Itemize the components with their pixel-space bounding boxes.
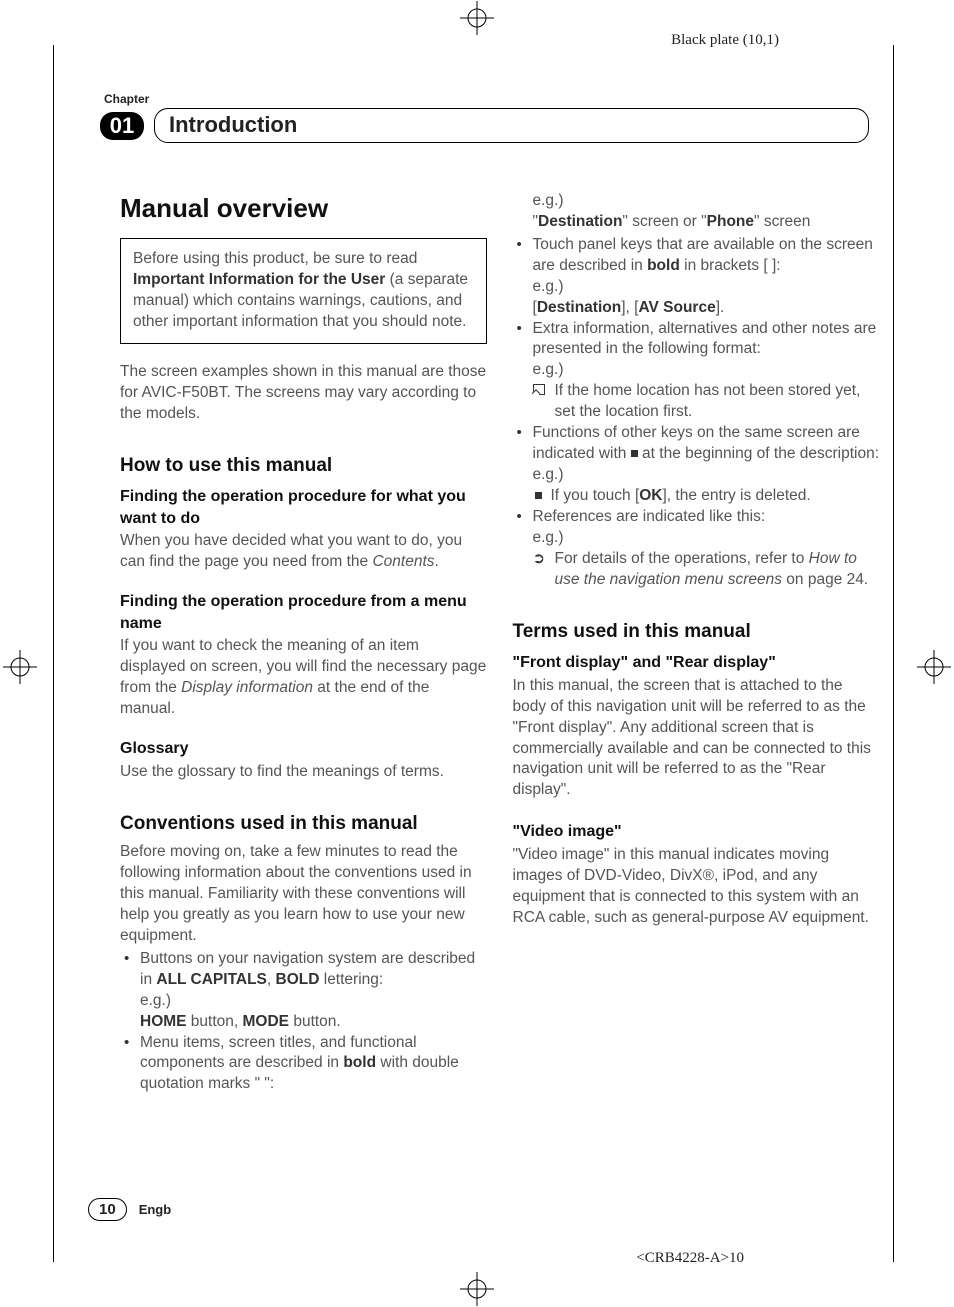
chapter-label: Chapter xyxy=(104,92,869,106)
list-item: Extra information, alternatives and othe… xyxy=(513,319,880,424)
note-icon xyxy=(533,384,545,395)
body-text: When you have decided what you want to d… xyxy=(120,531,487,573)
intro-paragraph: The screen examples shown in this manual… xyxy=(120,362,487,425)
body-text: Use the glossary to find the meanings of… xyxy=(120,762,487,783)
callout-text: Before using this product, be sure to re… xyxy=(133,250,417,267)
callout-bold: Important Information for the User xyxy=(133,271,385,288)
language-label: Engb xyxy=(139,1202,172,1217)
heading-how-to-use: How to use this manual xyxy=(120,453,487,479)
heading-terms: Terms used in this manual xyxy=(513,619,880,645)
list-item: References are indicated like this: e.g.… xyxy=(513,507,880,591)
reference-item: For details of the operations, refer to … xyxy=(533,549,880,591)
list-item: Menu items, screen titles, and functiona… xyxy=(120,1033,487,1096)
page-number: 10 xyxy=(88,1198,127,1221)
crop-mark xyxy=(893,45,894,1262)
body-text: Before moving on, take a few minutes to … xyxy=(120,842,487,947)
heading-manual-overview: Manual overview xyxy=(120,191,487,226)
note-item: If the home location has not been stored… xyxy=(533,381,880,423)
chapter-number-badge: 01 xyxy=(100,112,144,140)
content-columns: Manual overview Before using this produc… xyxy=(120,191,879,1095)
bullet-list: Buttons on your navigation system are de… xyxy=(120,949,487,1095)
square-icon xyxy=(631,450,638,457)
registration-mark-icon xyxy=(917,650,951,684)
chapter-header: Chapter 01 Introduction xyxy=(100,92,869,143)
chapter-title: Introduction xyxy=(154,108,869,143)
heading-conventions: Conventions used in this manual xyxy=(120,811,487,837)
document-code: <CRB4228-A>10 xyxy=(636,1250,744,1267)
body-text: "Video image" in this manual indicates m… xyxy=(513,845,880,929)
callout-box: Before using this product, be sure to re… xyxy=(120,238,487,344)
registration-mark-icon xyxy=(460,1,494,35)
left-column: Manual overview Before using this produc… xyxy=(120,191,487,1095)
subheading-front-rear-display: "Front display" and "Rear display" xyxy=(513,652,880,674)
black-plate-label: Black plate (10,1) xyxy=(671,32,779,49)
registration-mark-icon xyxy=(460,1272,494,1306)
body-text: In this manual, the screen that is attac… xyxy=(513,676,880,802)
page-footer: 10 Engb xyxy=(88,1198,171,1221)
list-item: Touch panel keys that are available on t… xyxy=(513,235,880,319)
registration-mark-icon xyxy=(3,650,37,684)
bullet-list: Touch panel keys that are available on t… xyxy=(513,235,880,591)
manual-page: Black plate (10,1) Chapter 01 Introducti… xyxy=(0,0,954,1307)
subheading-finding-from-menu: Finding the operation procedure from a m… xyxy=(120,591,487,634)
body-text: e.g.) "Destination" screen or "Phone" sc… xyxy=(513,191,880,233)
subheading-video-image: "Video image" xyxy=(513,821,880,843)
right-column: e.g.) "Destination" screen or "Phone" sc… xyxy=(513,191,880,1095)
list-item: Buttons on your navigation system are de… xyxy=(120,949,487,1033)
body-text: If you want to check the meaning of an i… xyxy=(120,636,487,720)
subheading-finding-procedure: Finding the operation procedure for what… xyxy=(120,486,487,529)
subheading-glossary: Glossary xyxy=(120,738,487,760)
list-item: Functions of other keys on the same scre… xyxy=(513,423,880,507)
crop-mark xyxy=(53,45,54,1262)
square-item: If you touch [OK], the entry is deleted. xyxy=(533,486,880,507)
